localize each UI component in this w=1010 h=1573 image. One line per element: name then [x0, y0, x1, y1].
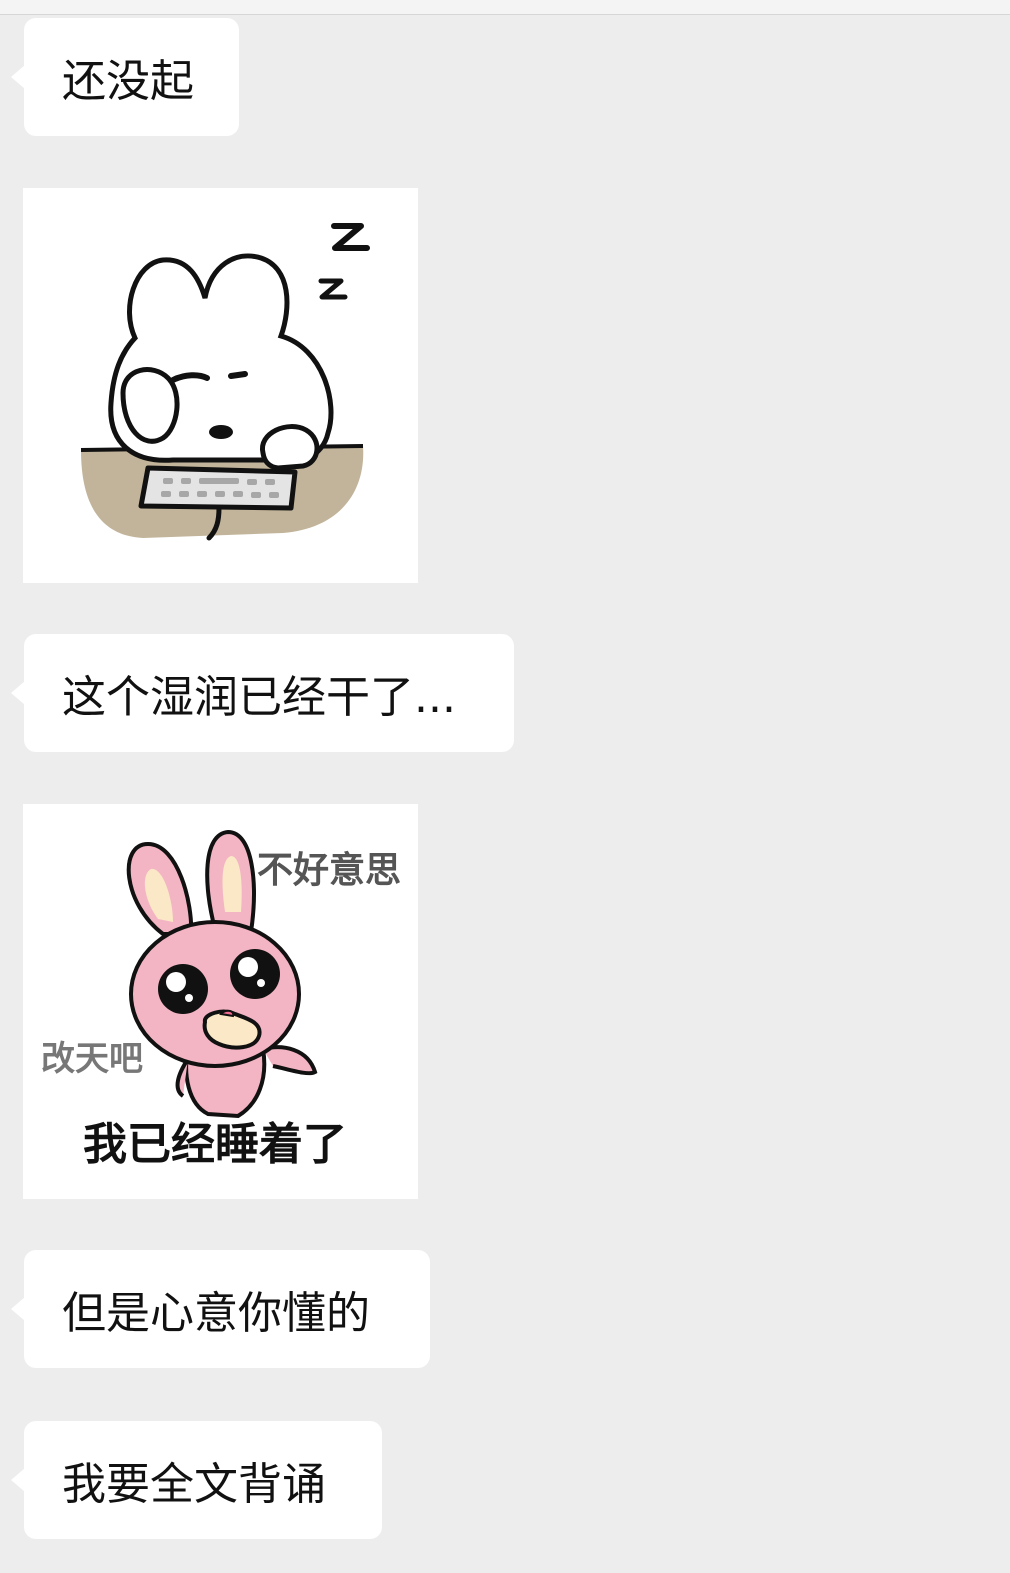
message-bubble[interactable]: 这个湿润已经干了... — [11, 634, 514, 752]
message-text: 还没起 — [62, 56, 194, 107]
sleeping-bunny-keyboard-sticker[interactable] — [23, 188, 418, 583]
sticker-caption-side: 改天吧 — [41, 1039, 143, 1079]
sticker-caption-top: 不好意思 — [257, 850, 401, 891]
chat-conversation: 还没起 这个湿润已经干了... 不好意思 改天吧 我已经睡着了 但是心意你懂的 … — [0, 0, 1010, 1573]
pink-bunny-illustration: 不好意思 改天吧 我已经睡着了 — [41, 829, 401, 1170]
message-bubble[interactable]: 我要全文背诵 — [11, 1421, 382, 1539]
sleeping-bunny-illustration — [80, 223, 370, 541]
top-divider — [0, 0, 1010, 15]
message-text: 但是心意你懂的 — [62, 1288, 370, 1339]
pink-bunny-sorry-sticker[interactable]: 不好意思 改天吧 我已经睡着了 — [23, 804, 418, 1199]
message-bubble[interactable]: 还没起 — [11, 18, 239, 136]
message-text: 我要全文背诵 — [62, 1459, 326, 1510]
message-bubble[interactable]: 但是心意你懂的 — [11, 1250, 430, 1368]
message-text: 这个湿润已经干了... — [62, 672, 456, 723]
sticker-caption-bottom: 我已经睡着了 — [83, 1119, 347, 1170]
